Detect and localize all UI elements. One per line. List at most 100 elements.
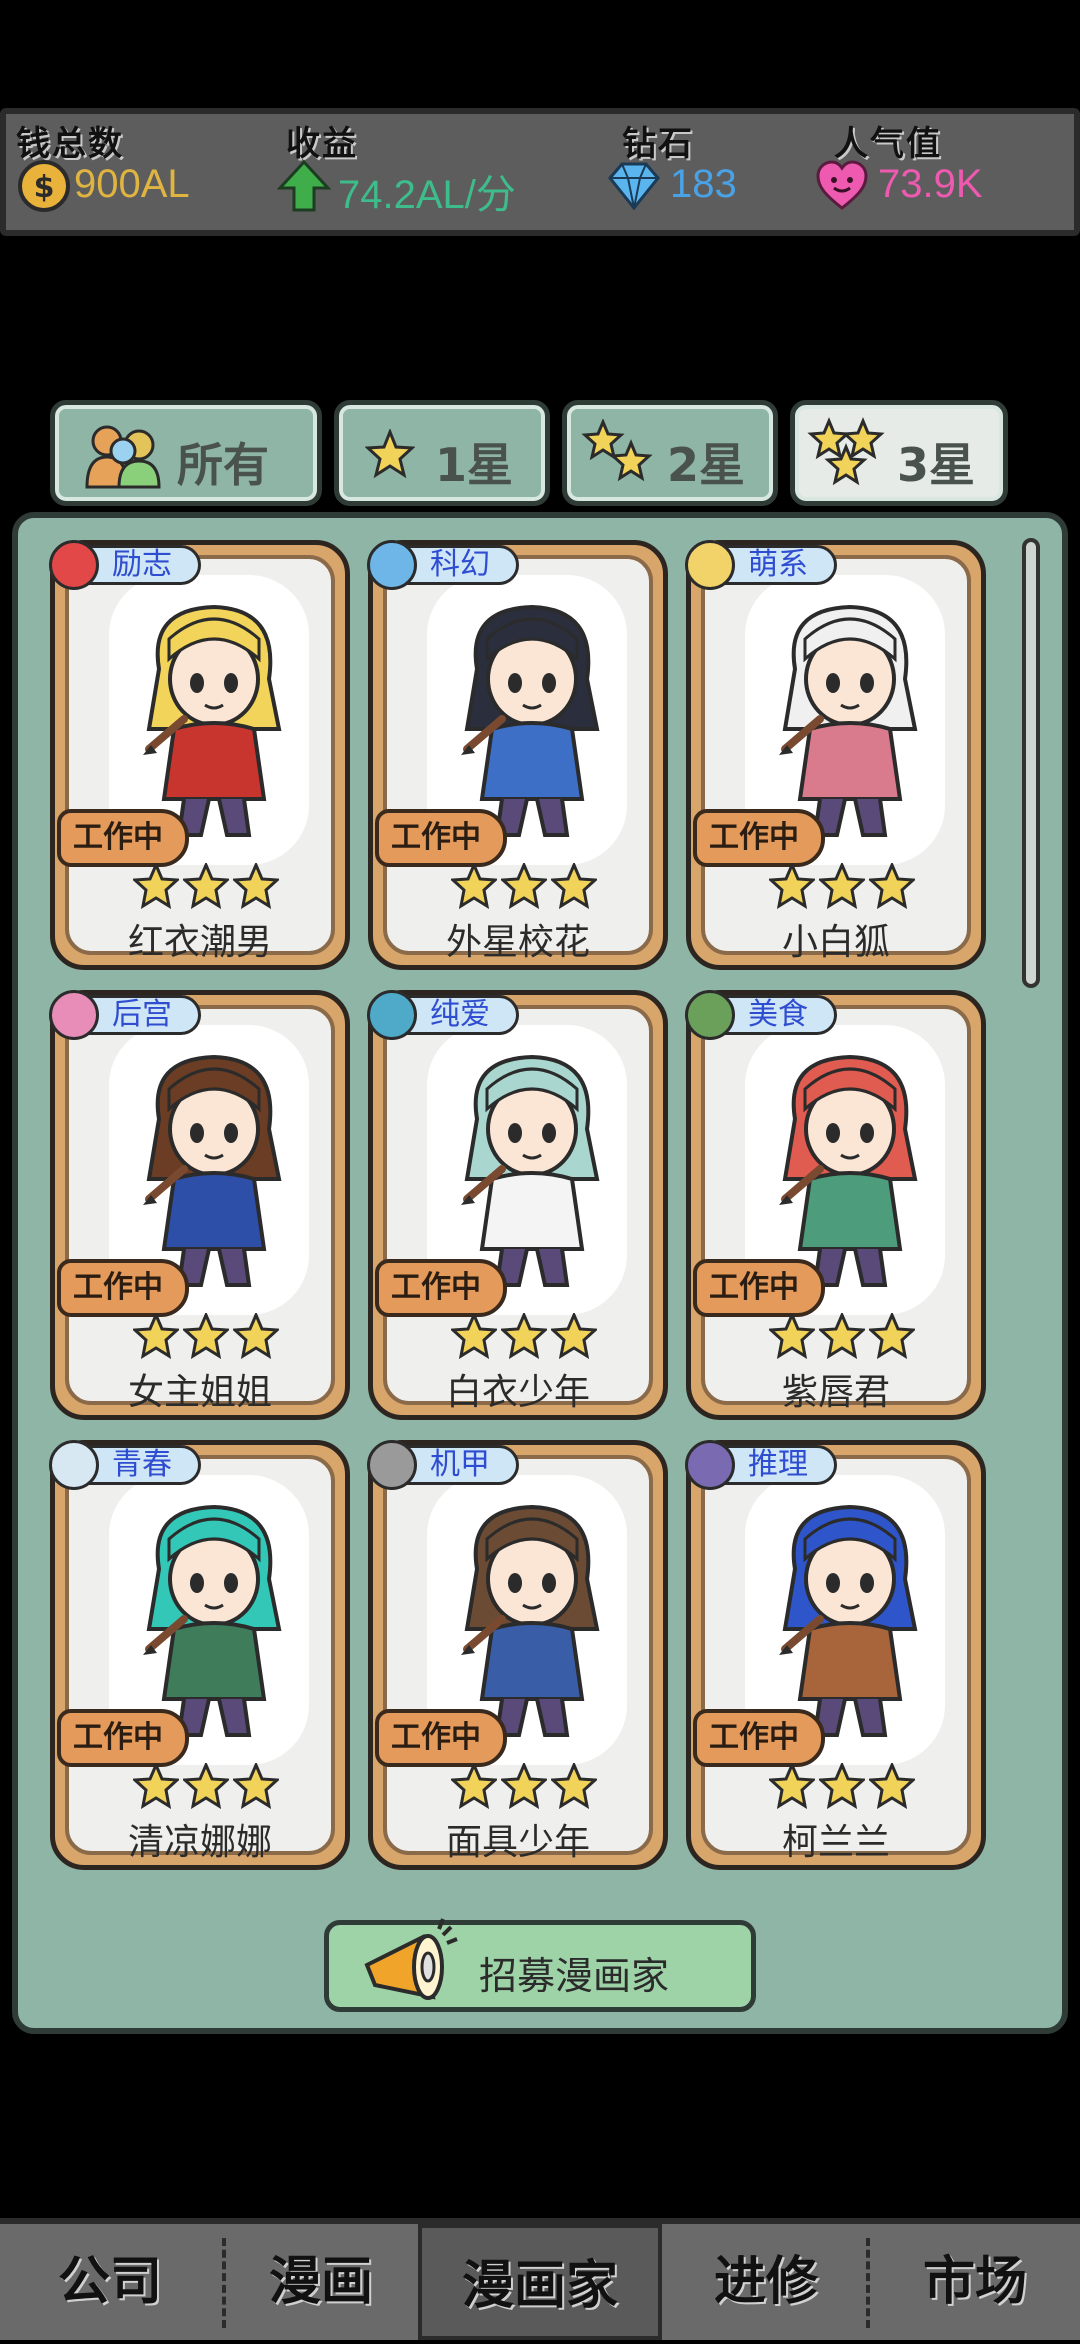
tab-2-star-label: 2星: [667, 438, 746, 492]
star-icon: [451, 863, 497, 909]
genre-tag: 机甲: [367, 1440, 519, 1490]
working-badge: 工作中: [57, 1259, 189, 1317]
working-badge: 工作中: [693, 1259, 825, 1317]
star-rating: [451, 863, 597, 909]
star-icon: [769, 1313, 815, 1359]
artist-card[interactable]: 美食工作中紫唇君: [685, 990, 986, 1420]
star-rating: [133, 863, 279, 909]
genre-icon: [367, 1440, 417, 1490]
star-icon: [233, 1313, 279, 1359]
recruit-artist-button[interactable]: 招募漫画家: [324, 1918, 756, 2012]
genre-label: 励志: [83, 545, 201, 585]
star-icon: [451, 1313, 497, 1359]
artist-name: 清凉娜娜: [127, 1822, 272, 1863]
artist-portrait: [143, 1054, 282, 1287]
star-icon: [769, 1763, 815, 1809]
star-icon: [869, 863, 915, 909]
star-icon: [183, 1313, 229, 1359]
artist-card[interactable]: 萌系 工作中 小白狐: [685, 540, 986, 970]
tab-all-label: 所有: [177, 438, 269, 492]
artist-portrait: [779, 1504, 918, 1737]
artist-card[interactable]: 推理工作中柯兰兰: [685, 1440, 986, 1870]
genre-tag: 励志: [49, 540, 201, 590]
star-icon: [451, 1763, 497, 1809]
coin-icon: $: [18, 160, 70, 212]
nav-artists[interactable]: 漫画家: [418, 2224, 662, 2340]
genre-icon: [49, 1440, 99, 1490]
tab-1-star[interactable]: 1星: [334, 400, 550, 506]
stat-popularity-value: 73.9K: [878, 162, 983, 206]
genre-label: 推理: [719, 1445, 837, 1485]
genre-icon: [49, 990, 99, 1040]
tab-all[interactable]: 所有: [50, 400, 322, 506]
genre-icon: [685, 1440, 735, 1490]
genre-label: 纯爱: [401, 995, 519, 1035]
artist-name: 女主姐姐: [127, 1372, 272, 1413]
nav-market-label: 市场: [922, 2252, 1027, 2312]
stat-money: 钱总数 $ 900AL: [16, 114, 266, 242]
nav-company[interactable]: 公司: [0, 2224, 220, 2340]
nav-comics-label: 漫画: [268, 2252, 373, 2312]
tab-3-star[interactable]: 3星: [790, 400, 1008, 506]
genre-icon: [685, 540, 735, 590]
genre-icon: [685, 990, 735, 1040]
artist-name: 面具少年: [445, 1822, 590, 1863]
megaphone-icon: [364, 1918, 458, 2000]
star-rating: [769, 1763, 915, 1809]
recruit-label: 招募漫画家: [479, 1954, 670, 1998]
stats-bar: 钱总数 $ 900AL 收益 74.2AL/分 钻石 183 人气值 73.9K: [0, 108, 1080, 236]
nav-market[interactable]: 市场: [870, 2224, 1080, 2340]
nav-comics[interactable]: 漫画: [226, 2224, 416, 2340]
genre-label: 美食: [719, 995, 837, 1035]
genre-tag: 青春: [49, 1440, 201, 1490]
star-icon: [551, 863, 597, 909]
scrollbar[interactable]: [1022, 538, 1040, 988]
star-icon: [233, 863, 279, 909]
genre-label: 科幻: [401, 545, 519, 585]
diamond-icon: [608, 162, 660, 211]
nav-training[interactable]: 进修: [666, 2224, 866, 2340]
star-icon: [365, 429, 415, 479]
tab-2-star[interactable]: 2星: [562, 400, 778, 506]
stat-income-value: 74.2AL/分: [338, 173, 516, 217]
tab-1-star-label: 1星: [435, 438, 514, 492]
genre-icon: [367, 990, 417, 1040]
nav-training-label: 进修: [713, 2252, 818, 2312]
artist-card[interactable]: 机甲 工作中 面具少年: [367, 1440, 668, 1870]
stat-diamonds-value: 183: [670, 162, 737, 206]
genre-tag: 推理: [685, 1440, 837, 1490]
heart-icon: [816, 160, 868, 210]
artist-name: 小白狐: [781, 922, 890, 963]
artist-name: 紫唇君: [781, 1372, 890, 1413]
working-badge: 工作中: [375, 809, 507, 867]
star-icon: [183, 1763, 229, 1809]
star-icon: [819, 863, 865, 909]
three-stars-icon: [807, 417, 885, 486]
genre-label: 萌系: [719, 545, 837, 585]
star-icon: [551, 1313, 597, 1359]
artist-card[interactable]: 纯爱 工作中 白衣少年: [367, 990, 668, 1420]
svg-text:$: $: [34, 170, 55, 205]
genre-tag: 美食: [685, 990, 837, 1040]
star-rating: [133, 1313, 279, 1359]
stat-diamonds: 钻石 183: [606, 114, 806, 242]
artist-name: 外星校花: [445, 922, 590, 963]
genre-label: 青春: [83, 1445, 201, 1485]
artist-card[interactable]: 青春 工作中 清凉娜娜: [49, 1440, 350, 1870]
two-stars-icon: [581, 419, 653, 482]
star-icon: [183, 863, 229, 909]
star-icon: [819, 1313, 865, 1359]
star-icon: [133, 1313, 179, 1359]
star-icon: [819, 1763, 865, 1809]
genre-tag: 萌系: [685, 540, 837, 590]
genre-label: 后宫: [83, 995, 201, 1035]
artist-name: 白衣少年: [445, 1372, 590, 1413]
artist-card[interactable]: 后宫工作中女主姐姐: [49, 990, 350, 1420]
artist-card[interactable]: 励志 工作中 红衣潮男: [49, 540, 350, 970]
working-badge: 工作中: [693, 1709, 825, 1767]
artist-name: 柯兰兰: [781, 1822, 890, 1863]
star-rating: [769, 1313, 915, 1359]
genre-icon: [367, 540, 417, 590]
star-icon: [869, 1313, 915, 1359]
artist-card[interactable]: 科幻工作中外星校花: [367, 540, 668, 970]
